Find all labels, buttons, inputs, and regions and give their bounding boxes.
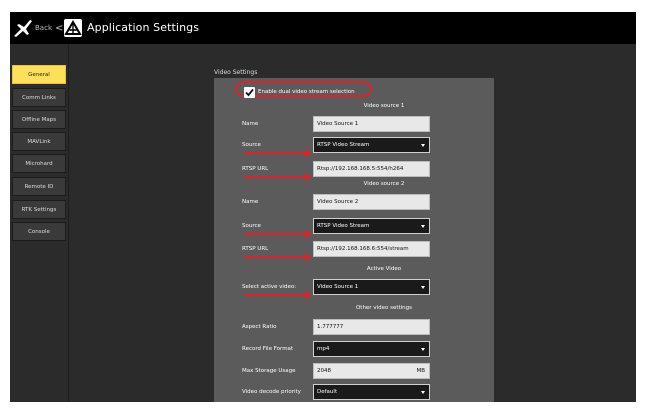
aspect-ratio-field[interactable]: 1.777777	[313, 319, 430, 335]
source1-url-label: RTSP URL	[242, 166, 269, 172]
heading-video-source-2: Video source 2	[363, 181, 405, 187]
annotation-arrow-active-video	[244, 291, 312, 299]
source2-name-field[interactable]: Video Source 2	[313, 194, 430, 210]
record-format-label: Record File Format	[242, 346, 294, 352]
video-settings-panel: Enable dual video stream selection Video…	[214, 78, 494, 402]
decode-priority-value: Default	[317, 389, 338, 395]
source2-name-label: Name	[242, 199, 259, 205]
section-title-video-settings: Video Settings	[214, 69, 258, 76]
source2-source-dropdown[interactable]: RTSP Video Stream	[313, 218, 430, 234]
annotation-arrow-source2	[244, 230, 312, 238]
sidebar-item-console[interactable]: Console	[12, 222, 66, 241]
sidebar-item-rtk-settings[interactable]: RTK Settings	[12, 200, 66, 219]
active-video-value: Video Source 1	[317, 284, 359, 290]
sidebar-item-remote-id[interactable]: Remote ID	[12, 177, 66, 196]
record-format-dropdown[interactable]: mp4	[313, 341, 430, 357]
heading-active-video: Active Video	[366, 266, 402, 272]
record-format-value: mp4	[317, 346, 330, 352]
source2-source-label: Source	[242, 223, 261, 229]
back-label: Back	[35, 24, 52, 32]
annotation-arrow-url1	[244, 173, 312, 181]
decode-priority-label: Video decode priority	[242, 389, 301, 395]
active-video-label: Select active video:	[242, 284, 297, 290]
application-window: Back < Application Settings General Comm …	[10, 12, 636, 402]
back-button[interactable]: Back <	[35, 22, 64, 34]
source1-url-field[interactable]: Rtsp://192.168.168.5:554/h264	[313, 161, 430, 177]
source1-name-label: Name	[242, 121, 259, 127]
dropdown-caret-icon	[421, 391, 425, 394]
top-toolbar: Back < Application Settings	[10, 12, 636, 44]
dropdown-caret-icon	[421, 225, 425, 228]
heading-video-source-1: Video source 1	[363, 103, 405, 109]
chevron-left-icon: <	[55, 23, 64, 34]
sidebar-item-mavlink[interactable]: MAVLink	[12, 132, 66, 151]
sidebar-item-general[interactable]: General	[12, 65, 66, 84]
plane-logo-icon[interactable]	[13, 17, 33, 39]
settings-sidebar: General Comm Links Offline Maps MAVLink …	[10, 44, 69, 402]
source1-name-field[interactable]: Video Source 1	[313, 116, 430, 132]
settings-content: Video Settings Enable dual video stream …	[69, 44, 636, 402]
page-title: Application Settings	[87, 21, 200, 34]
decode-priority-dropdown[interactable]: Default	[313, 384, 430, 400]
source1-source-value: RTSP Video Stream	[317, 142, 370, 148]
qgc-app-icon	[64, 19, 82, 37]
dual-stream-checkbox-label: Enable dual video stream selection	[258, 89, 355, 95]
dual-stream-checkbox[interactable]	[244, 87, 255, 98]
heading-other-video-settings: Other video settings	[355, 305, 413, 311]
sidebar-item-offline-maps[interactable]: Offline Maps	[12, 110, 66, 129]
sidebar-item-microhard[interactable]: Microhard	[12, 154, 66, 173]
sidebar-item-comm-links[interactable]: Comm Links	[12, 88, 66, 107]
max-storage-value: 2048	[317, 368, 331, 374]
aspect-ratio-label: Aspect Ratio	[242, 324, 277, 330]
source2-source-value: RTSP Video Stream	[317, 223, 370, 229]
source2-url-label: RTSP URL	[242, 246, 269, 252]
dual-stream-checkbox-row[interactable]: Enable dual video stream selection	[244, 86, 372, 100]
max-storage-field[interactable]: 2048 MB	[313, 363, 430, 379]
max-storage-unit: MB	[416, 368, 425, 374]
dropdown-caret-icon	[421, 348, 425, 351]
max-storage-label: Max Storage Usage	[242, 368, 296, 374]
checkmark-icon	[245, 88, 254, 97]
annotation-arrow-source1	[244, 149, 312, 157]
dropdown-caret-icon	[421, 286, 425, 289]
source1-source-dropdown[interactable]: RTSP Video Stream	[313, 137, 430, 153]
source2-url-field[interactable]: Rtsp://192.168.168.6:554/stream	[313, 241, 430, 257]
source1-source-label: Source	[242, 142, 261, 148]
active-video-dropdown[interactable]: Video Source 1	[313, 279, 430, 295]
dropdown-caret-icon	[421, 144, 425, 147]
annotation-arrow-url2	[244, 253, 312, 261]
